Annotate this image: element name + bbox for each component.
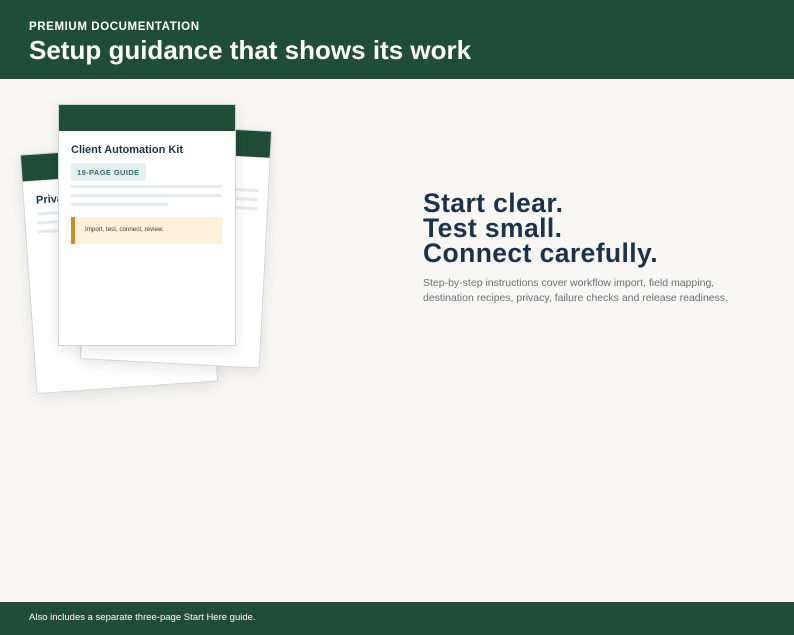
footer-bar: Also includes a separate three-page Star… — [0, 602, 794, 635]
page-title: Setup guidance that shows its work — [29, 35, 472, 65]
eyebrow-label: PREMIUM DOCUMENTATION — [29, 21, 200, 33]
sheet-header-bar — [59, 105, 235, 131]
page-count-badge: 19-PAGE GUIDE — [71, 163, 146, 181]
hero-heading: Start clear. Test small. Connect careful… — [423, 190, 658, 268]
hero-line-3: Connect carefully. — [423, 238, 658, 268]
text-line — [71, 203, 168, 206]
text-line — [71, 185, 221, 188]
footer-note: Also includes a separate three-page Star… — [29, 612, 256, 623]
callout-box: Import, test, connect, review. — [71, 217, 222, 244]
text-line — [71, 194, 221, 197]
header-banner: PREMIUM DOCUMENTATION Setup guidance tha… — [0, 0, 794, 79]
document-title: Client Automation Kit — [71, 144, 184, 156]
document-sheet-front: Client Automation Kit 19-PAGE GUIDE Impo… — [58, 104, 236, 346]
hero-description: Step-by-step instructions cover workflow… — [423, 277, 729, 304]
callout-text: Import, test, connect, review. — [85, 226, 164, 233]
